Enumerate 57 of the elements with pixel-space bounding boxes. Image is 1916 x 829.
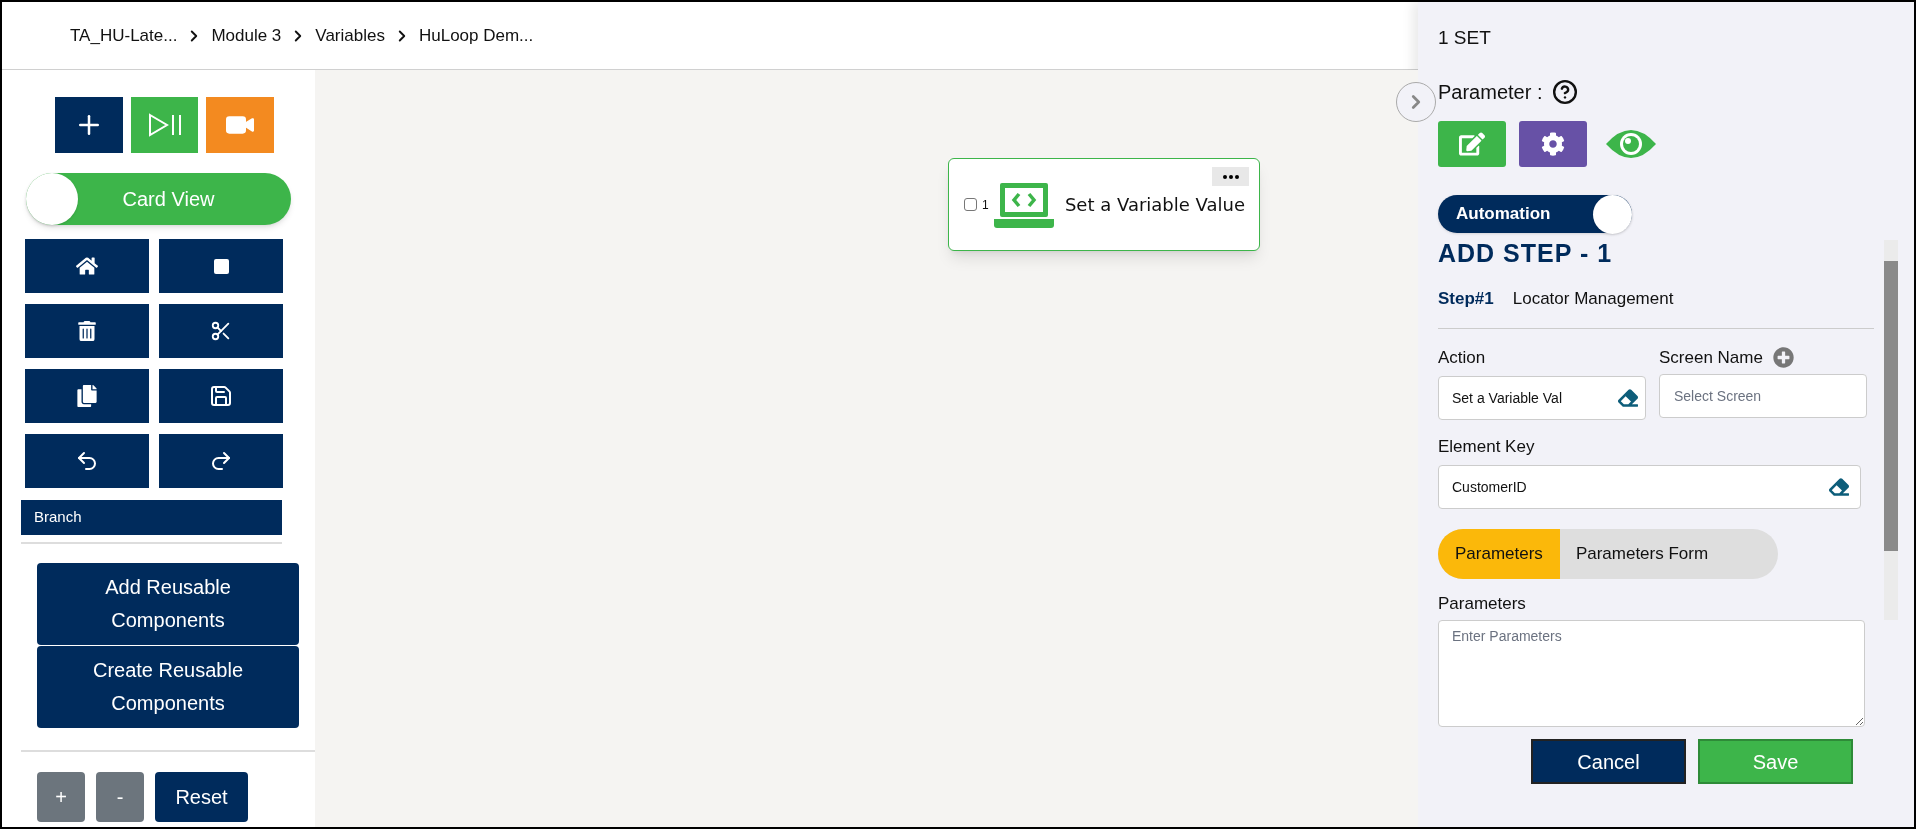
zoom-button[interactable]: - — [96, 772, 144, 822]
add-button[interactable] — [55, 97, 123, 153]
eraser-icon[interactable] — [1618, 388, 1638, 408]
video-camera-button[interactable] — [206, 97, 274, 153]
eraser-icon[interactable] — [1829, 476, 1849, 497]
laptop-code-icon — [993, 180, 1054, 229]
play-pause-button[interactable] — [131, 97, 198, 153]
scrollbar-thumb[interactable] — [1884, 261, 1898, 551]
automation-toggle[interactable]: Automation — [1438, 194, 1632, 233]
more-menu-icon[interactable] — [1212, 167, 1249, 186]
node-number: 1 — [982, 196, 989, 214]
help-icon[interactable] — [1552, 78, 1579, 105]
trash-icon — [77, 321, 97, 341]
delete-button[interactable] — [25, 304, 149, 358]
node-title: Set a Variable Value — [1064, 193, 1245, 217]
action-field[interactable]: Set a Variable Val — [1438, 376, 1646, 420]
action-label: Action — [1438, 346, 1487, 369]
parameters-label: Parameters — [1438, 592, 1527, 615]
parameters-field[interactable]: Enter Parameters — [1438, 620, 1865, 727]
redo-icon — [209, 449, 233, 473]
reusable-components-button[interactable]: Add Reusable Components — [37, 563, 299, 645]
branch-button[interactable]: Branch — [21, 500, 282, 535]
element-key-field[interactable]: CustomerID — [1438, 464, 1861, 509]
reusable-components-button[interactable]: Create Reusable Components — [37, 646, 299, 728]
square-icon — [213, 258, 229, 274]
screen-name-label: Screen Name — [1659, 346, 1763, 369]
breadcrumb-link[interactable]: HuLoop Dem... — [418, 22, 534, 49]
scissors-icon — [210, 320, 232, 342]
expand-panel-button[interactable] — [1396, 82, 1436, 122]
edit-icon — [1459, 130, 1485, 157]
play-pause-icon — [146, 113, 183, 137]
tab[interactable]: Parameters — [1438, 528, 1560, 579]
copy-button[interactable] — [25, 369, 149, 423]
home-button[interactable] — [25, 239, 149, 293]
step-number: Step#1 — [1438, 288, 1494, 310]
breadcrumb-link[interactable]: Variables — [315, 22, 385, 49]
screen-select-field[interactable]: Select Screen — [1659, 374, 1867, 418]
node-checkbox[interactable] — [964, 198, 977, 211]
settings-button[interactable] — [1519, 120, 1587, 167]
add-step-heading: ADD STEP - 1 — [1438, 237, 1614, 269]
edit-button[interactable] — [1438, 120, 1506, 167]
cancel-button[interactable]: Cancel — [1531, 739, 1686, 784]
breadcrumb-link[interactable]: TA_HU-Late... — [70, 22, 178, 49]
parameter-label: Parameter : — [1438, 79, 1543, 105]
step-node[interactable]: 1 Set a Variable Value — [948, 158, 1260, 251]
reset-button[interactable]: Reset — [155, 772, 248, 822]
save-icon-button[interactable] — [159, 369, 283, 423]
element-key-label: Element Key — [1438, 436, 1536, 458]
undo-icon — [75, 449, 99, 473]
step-name: Locator Management — [1512, 288, 1674, 310]
zoom-button[interactable]: + — [37, 772, 85, 822]
copy-icon — [76, 385, 98, 407]
gear-icon — [1541, 131, 1565, 156]
breadcrumb-link[interactable]: Module 3 — [211, 22, 282, 49]
home-icon — [76, 255, 98, 277]
panel-title: 1 SET — [1438, 26, 1492, 50]
stop-button[interactable] — [159, 239, 283, 293]
